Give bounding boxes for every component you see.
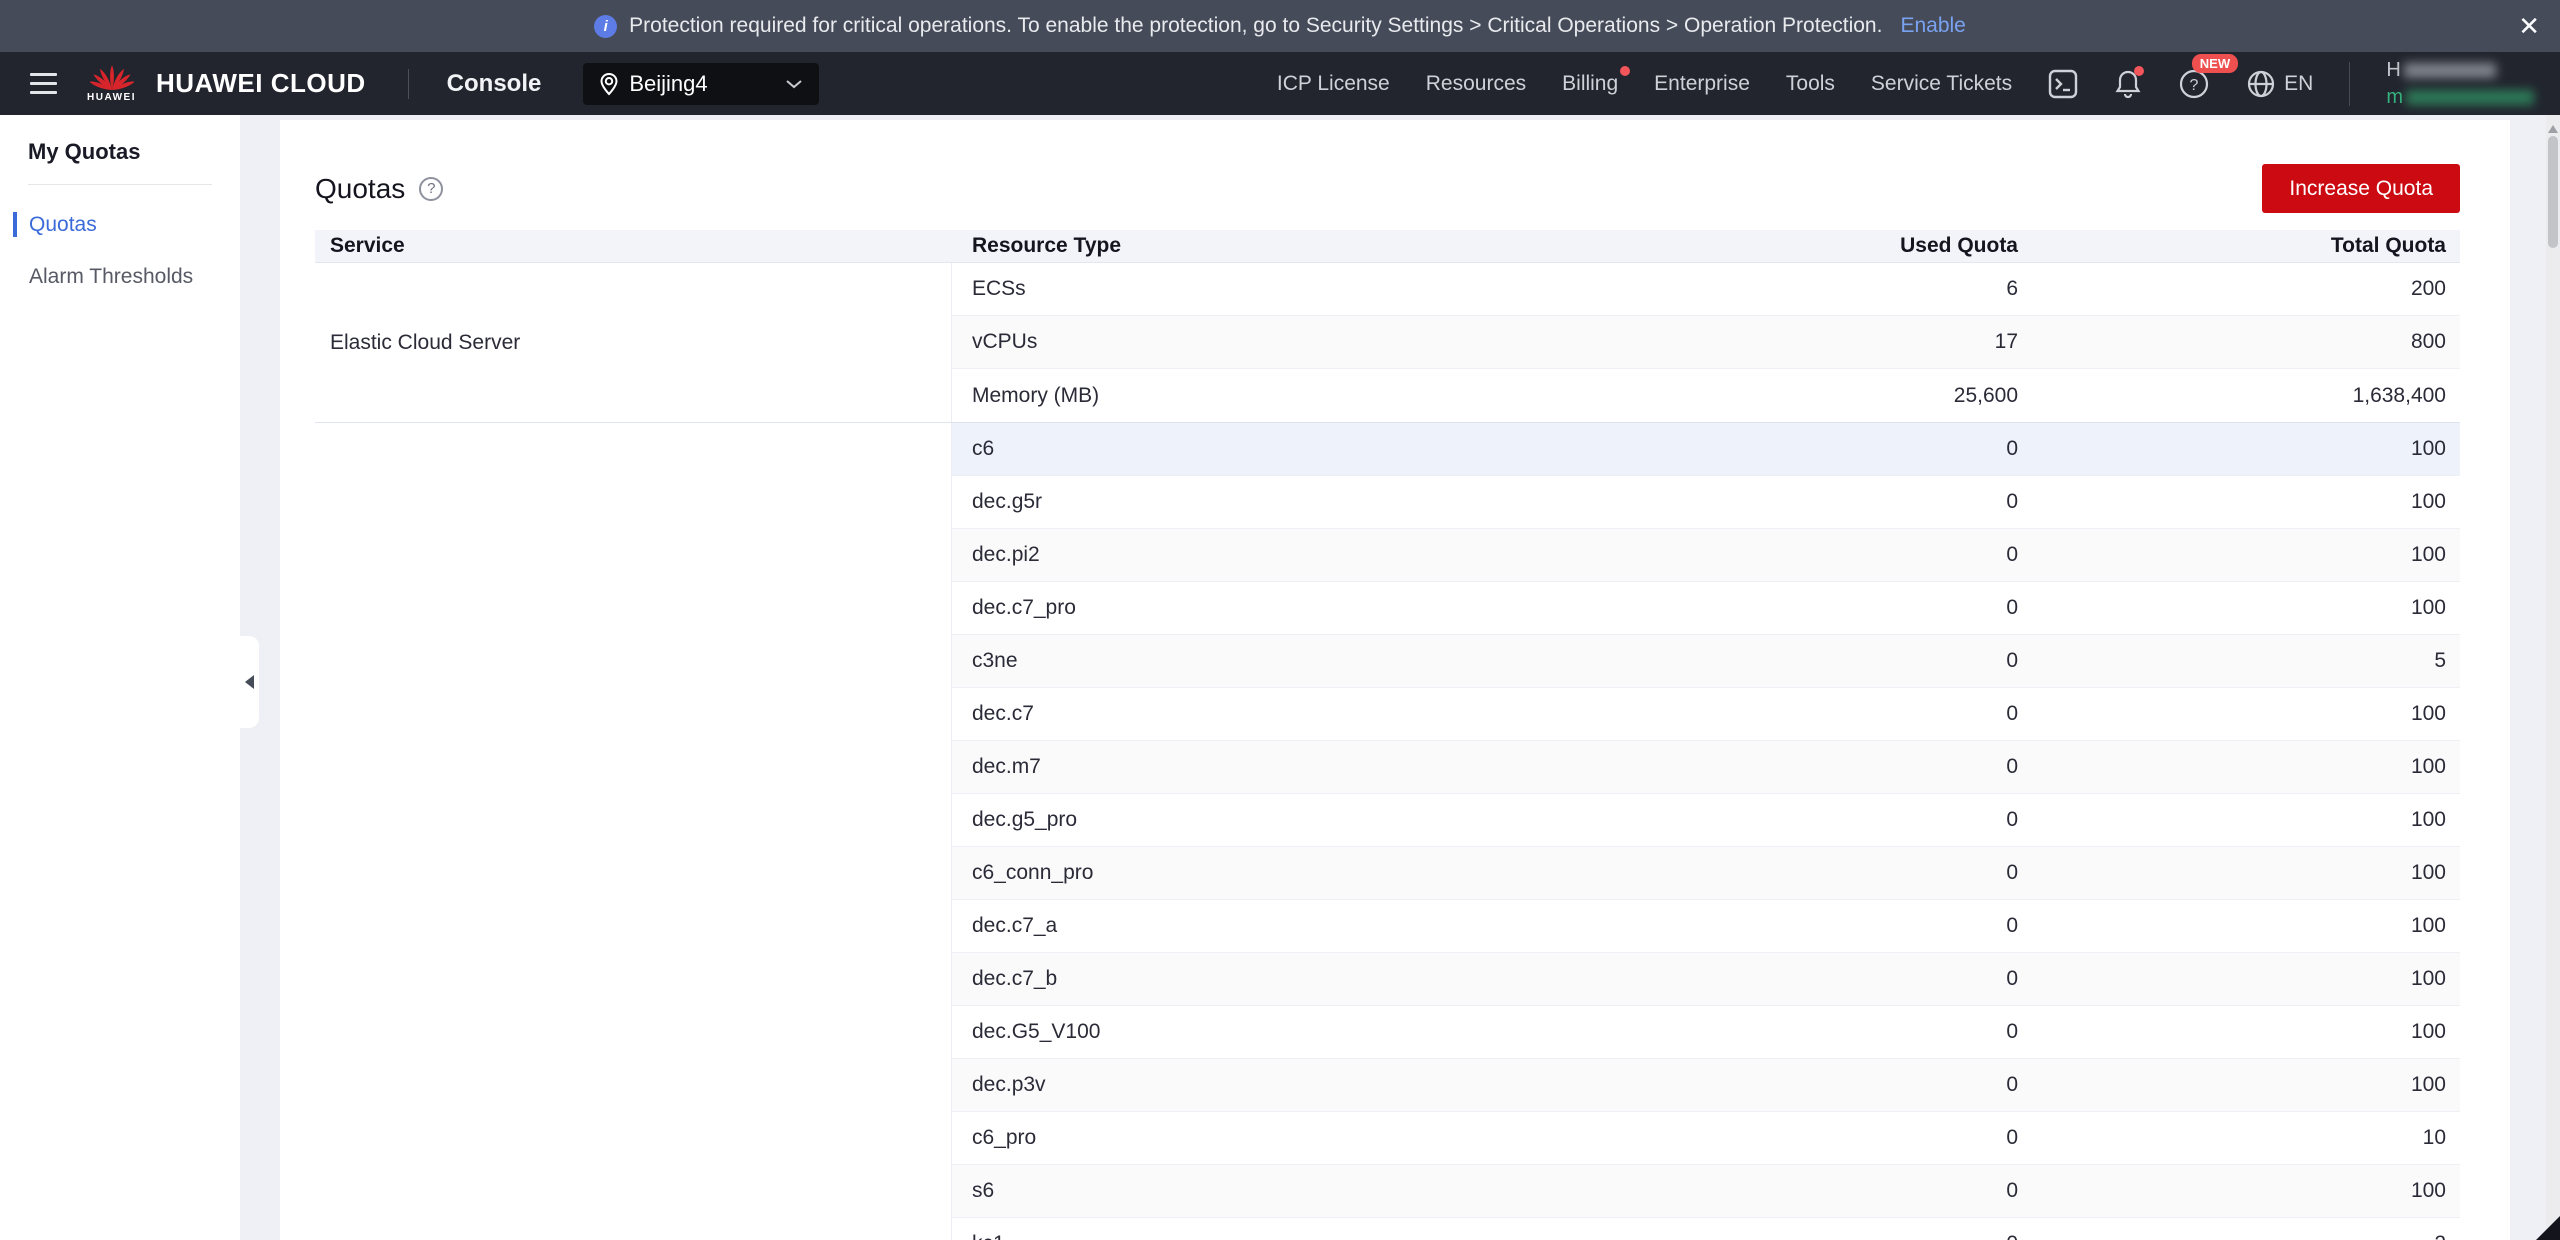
table-row[interactable]: dec.c7_b 0 100 xyxy=(952,953,2460,1006)
table-row[interactable]: dec.c7_a 0 100 xyxy=(952,900,2460,953)
table-row[interactable]: s6 0 100 xyxy=(952,1165,2460,1218)
table-row[interactable]: dec.c7_pro 0 100 xyxy=(952,582,2460,635)
col-header-service: Service xyxy=(330,234,405,257)
huawei-flower-icon xyxy=(89,65,134,90)
service-cell: Elastic Cloud Server xyxy=(315,263,952,422)
table-row[interactable]: dec.g5r 0 100 xyxy=(952,476,2460,529)
huawei-logo[interactable]: HUAWEI xyxy=(87,64,136,103)
scroll-up-arrow[interactable] xyxy=(2548,125,2558,133)
info-icon: i xyxy=(594,14,618,38)
region-value: Beijing4 xyxy=(629,70,708,96)
table-row[interactable]: dec.m7 0 100 xyxy=(952,741,2460,794)
account-name-redacted xyxy=(2403,62,2496,78)
sidebar-item-alarm-thresholds[interactable]: Alarm Thresholds xyxy=(0,265,240,289)
location-pin-icon xyxy=(599,72,619,96)
notification-banner: i Protection required for critical opera… xyxy=(0,0,2560,52)
account-name: H xyxy=(2386,58,2401,81)
banner-message: Protection required for critical operati… xyxy=(629,14,1883,37)
service-cell-empty xyxy=(315,423,952,1240)
nav-divider xyxy=(407,68,409,99)
table-row[interactable]: kc102 xyxy=(952,1218,2460,1240)
service-group: Elastic Cloud Server ECSs 6 200 vCPUs 17… xyxy=(315,263,2460,423)
sidebar-collapse-handle[interactable] xyxy=(240,636,259,728)
new-badge: NEW xyxy=(2191,53,2239,73)
region-selector[interactable]: Beijing4 xyxy=(583,62,820,105)
help-icon[interactable]: ? NEW xyxy=(2178,53,2239,100)
collapse-left-icon xyxy=(245,675,254,689)
page-title: Quotas xyxy=(315,172,406,204)
huawei-wordmark: HUAWEI xyxy=(87,92,136,103)
table-row[interactable]: c6 0 100 xyxy=(952,423,2460,476)
table-row[interactable]: dec.g5_pro 0 100 xyxy=(952,794,2460,847)
table-row[interactable]: dec.pi2 0 100 xyxy=(952,529,2460,582)
nav-item-service-tickets[interactable]: Service Tickets xyxy=(1871,72,2012,96)
nav-item-tools[interactable]: Tools xyxy=(1786,72,1835,96)
bell-notification-dot xyxy=(2134,65,2145,76)
account-email: m xyxy=(2386,85,2403,108)
scrollbar-thumb[interactable] xyxy=(2548,136,2558,248)
title-help-icon[interactable]: ? xyxy=(419,176,444,201)
table-row[interactable]: Memory (MB) 25,600 1,638,400 xyxy=(952,369,2460,422)
table-row[interactable]: c6_conn_pro 0 100 xyxy=(952,847,2460,900)
table-row[interactable]: c3ne 0 5 xyxy=(952,635,2460,688)
col-header-used-quota: Used Quota xyxy=(1900,234,2018,257)
language-label: EN xyxy=(2284,71,2314,95)
corner-resize-wedge xyxy=(2536,1216,2560,1240)
sidebar-divider xyxy=(28,184,212,185)
increase-quota-button[interactable]: Increase Quota xyxy=(2262,164,2460,213)
notifications-bell-icon[interactable] xyxy=(2114,65,2145,99)
brand-title: HUAWEI CLOUD xyxy=(156,68,366,98)
col-header-total-quota: Total Quota xyxy=(2330,234,2446,257)
globe-icon xyxy=(2248,70,2275,97)
table-row[interactable]: dec.G5_V100 0 100 xyxy=(952,1006,2460,1059)
sidebar: My Quotas Quotas Alarm Thresholds xyxy=(0,115,240,1240)
content-card: Quotas ? Increase Quota Service Resource… xyxy=(280,120,2510,1240)
nav-item-resources[interactable]: Resources xyxy=(1426,72,1526,96)
table-row[interactable]: ECSs 6 200 xyxy=(952,263,2460,316)
svg-text:?: ? xyxy=(2190,77,2199,94)
cloud-shell-icon[interactable] xyxy=(2048,69,2078,99)
billing-notification-dot xyxy=(1620,65,1631,76)
close-icon[interactable]: ✕ xyxy=(2518,13,2540,39)
table-header-row: Service Resource Type Used Quota Total Q… xyxy=(315,230,2460,263)
sidebar-item-quotas[interactable]: Quotas xyxy=(0,212,240,237)
menu-hamburger-icon[interactable] xyxy=(30,73,57,94)
table-row[interactable]: dec.p3v 0 100 xyxy=(952,1059,2460,1112)
nav-divider xyxy=(2349,61,2351,106)
console-link[interactable]: Console xyxy=(447,70,542,98)
table-row[interactable]: dec.c7 0 100 xyxy=(952,688,2460,741)
top-navbar: HUAWEI HUAWEI CLOUD Console Beijing4 ICP… xyxy=(0,52,2560,115)
flavor-rows-section: c6 0 100 dec.g5r 0 100 dec.pi2 0 100 dec.c7_pr… xyxy=(315,423,2460,1240)
nav-item-enterprise[interactable]: Enterprise xyxy=(1654,72,1750,96)
table-row[interactable]: vCPUs 17 800 xyxy=(952,316,2460,369)
account-email-redacted xyxy=(2406,89,2534,105)
nav-item-icp-license[interactable]: ICP License xyxy=(1277,72,1390,96)
vertical-scrollbar[interactable] xyxy=(2546,115,2560,1240)
table-row[interactable]: c6_pro 0 10 xyxy=(952,1112,2460,1165)
sidebar-title: My Quotas xyxy=(28,139,141,164)
active-indicator-bar xyxy=(13,212,17,237)
col-header-resource-type: Resource Type xyxy=(972,234,1121,257)
language-selector[interactable]: EN xyxy=(2246,69,2313,99)
chevron-down-icon xyxy=(785,78,803,90)
enable-protection-link[interactable]: Enable xyxy=(1900,14,1965,38)
nav-item-billing[interactable]: Billing xyxy=(1562,65,1631,96)
account-menu[interactable]: H m xyxy=(2386,59,2534,109)
quotas-table: Service Resource Type Used Quota Total Q… xyxy=(315,230,2460,1240)
